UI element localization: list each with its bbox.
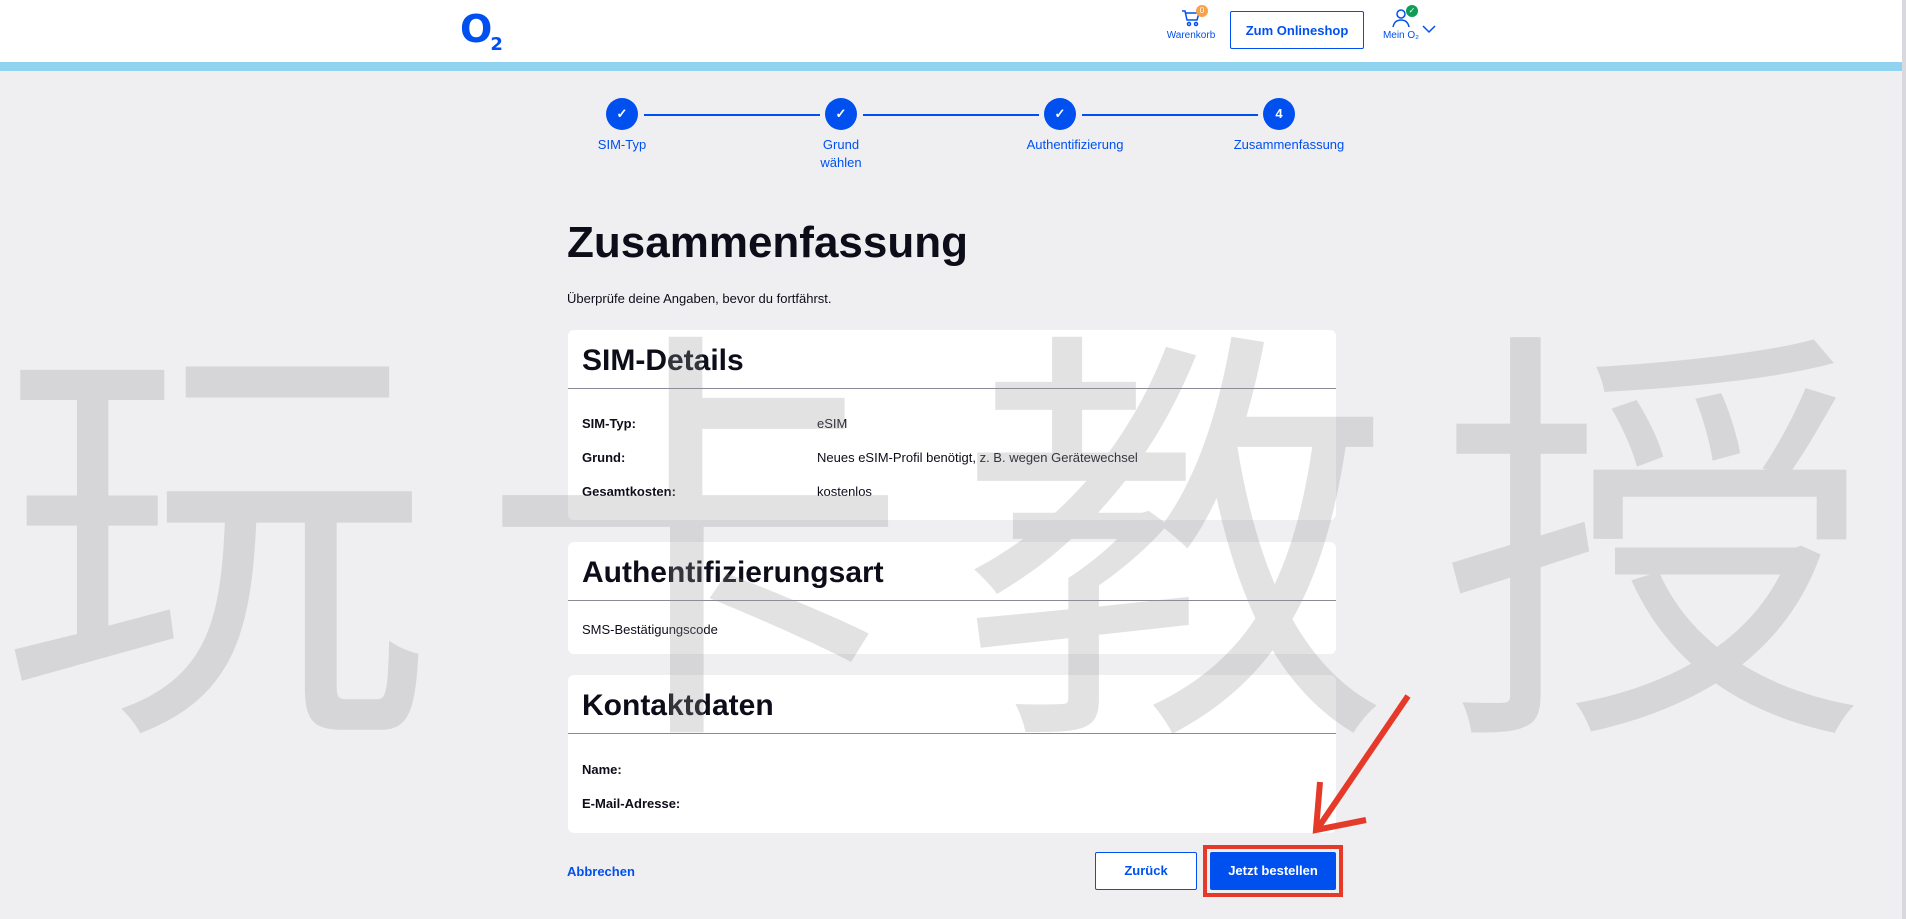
header-stripe [0,62,1906,71]
auth-value: SMS-Bestätigungscode [582,622,718,637]
contact-heading: Kontaktdaten [568,675,1336,734]
step-4-number: 4 [1263,98,1295,130]
cancel-link[interactable]: Abbrechen [567,864,635,879]
step-2-label: Grund wählen [820,137,862,170]
page-subtitle: Überprüfe deine Angaben, bevor du fortfä… [567,291,832,306]
total-cost-label: Gesamtkosten: [582,484,676,499]
sim-details-heading: SIM-Details [568,330,1336,389]
step-2-check-icon: ✓ [825,98,857,130]
check-badge-icon: ✓ [1406,5,1418,17]
onlineshop-button[interactable]: Zum Onlineshop [1230,11,1364,49]
chevron-down-icon[interactable] [1422,24,1436,34]
name-label: Name: [582,762,622,777]
auth-card: Authentifizierungsart SMS-Bestätigungsco… [568,542,1336,654]
reason-value: Neues eSIM-Profil benötigt, z. B. wegen … [817,450,1138,465]
sim-details-card: SIM-Details SIM-Typ: eSIM Grund: Neues e… [568,330,1336,520]
cart-label: Warenkorb [1166,30,1216,41]
auth-heading: Authentifizierungsart [568,542,1336,601]
account-menu[interactable]: ✓ Mein O₂ [1376,5,1426,41]
annotation-arrow-icon [1312,694,1411,834]
step-1-label: SIM-Typ [597,137,647,152]
progress-stepper: ✓ SIM-Typ ✓ Grund wählen ✓ Authentifizie… [580,98,1360,178]
contact-card: Kontaktdaten Name: E-Mail-Adresse: [568,675,1336,833]
logo-letter: O [460,7,493,51]
total-cost-value: kostenlos [817,484,872,499]
scrollbar[interactable] [1902,0,1906,919]
step-3-check-icon: ✓ [1044,98,1076,130]
cart-count-badge: 0 [1196,5,1208,17]
logo-subscript: 2 [490,34,503,55]
sim-type-label: SIM-Typ: [582,416,636,431]
page-title: Zusammenfassung [567,218,968,267]
top-header: O2 0 Warenkorb Zum Onlineshop ✓ Mein O₂ [0,0,1906,63]
cart-button[interactable]: 0 Warenkorb [1160,5,1222,41]
back-button[interactable]: Zurück [1095,852,1197,890]
sim-type-value: eSIM [817,416,848,431]
step-connector [1082,114,1258,116]
step-3-label: Authentifizierung [1026,137,1124,152]
step-1-check-icon: ✓ [606,98,638,130]
account-label: Mein O₂ [1382,30,1420,41]
o2-logo[interactable]: O2 [460,7,505,55]
email-label: E-Mail-Adresse: [582,796,681,811]
step-4-label: Zusammenfassung [1233,137,1345,152]
step-connector [644,114,820,116]
step-connector [863,114,1039,116]
reason-label: Grund: [582,450,626,465]
order-now-button[interactable]: Jetzt bestellen [1210,852,1336,890]
